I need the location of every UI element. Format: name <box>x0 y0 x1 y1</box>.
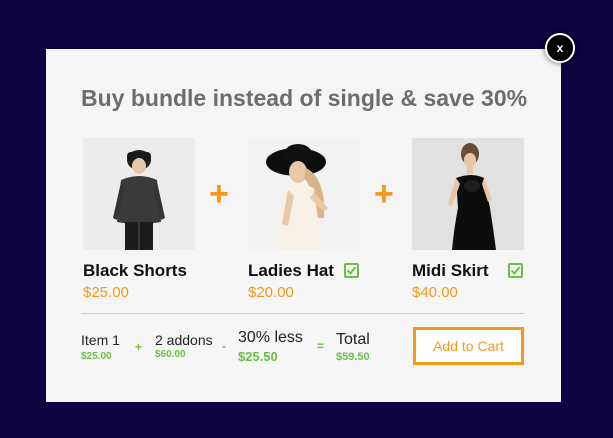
summary-total-value: $59.50 <box>336 351 370 363</box>
plus-icon: + <box>209 175 229 213</box>
summary-discount-label: 30% less <box>238 329 303 346</box>
product-price: $20.00 <box>248 284 294 301</box>
product-price: $25.00 <box>83 284 129 301</box>
check-icon <box>346 266 357 276</box>
close-icon: x <box>556 41 564 55</box>
product-name[interactable]: Midi Skirt <box>412 261 489 281</box>
summary-addons-value: $60.00 <box>155 349 186 360</box>
summary-total-label: Total <box>336 331 370 348</box>
plus-operator: + <box>135 340 143 354</box>
include-checkbox-ladies-hat[interactable] <box>344 263 359 278</box>
check-icon <box>510 266 521 276</box>
plus-icon: + <box>374 175 394 213</box>
product-price: $40.00 <box>412 284 458 301</box>
equals-operator: = <box>317 339 325 353</box>
product-image-ladies-hat[interactable] <box>248 138 360 250</box>
summary-item-value: $25.00 <box>81 351 112 362</box>
minus-operator: - <box>222 339 226 353</box>
modal-title: Buy bundle instead of single & save 30% <box>81 85 528 111</box>
product-image-midi-skirt[interactable] <box>412 138 524 250</box>
summary-discount-value: $25.50 <box>238 349 278 364</box>
include-checkbox-midi-skirt[interactable] <box>508 263 523 278</box>
product-image-black-shorts[interactable] <box>83 138 195 250</box>
add-to-cart-button[interactable]: Add to Cart <box>413 327 524 365</box>
summary-item-label: Item 1 <box>81 332 120 348</box>
bundle-modal: Buy bundle instead of single & save 30% … <box>46 49 561 402</box>
close-button[interactable]: x <box>545 33 575 63</box>
summary-addons-label: 2 addons <box>155 332 213 348</box>
divider <box>81 313 524 314</box>
product-name[interactable]: Ladies Hat <box>248 261 334 281</box>
product-name[interactable]: Black Shorts <box>83 261 187 281</box>
